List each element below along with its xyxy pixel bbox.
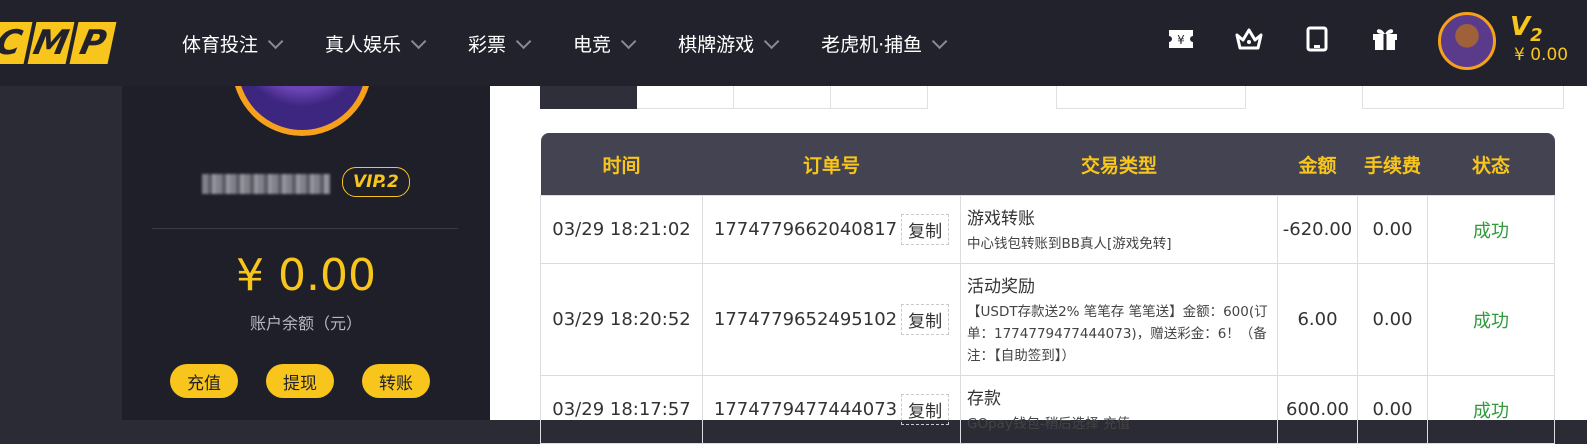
cell-fee: 0.00 xyxy=(1357,375,1428,444)
table-header-row: 时间 订单号 交易类型 金额 手续费 状态 xyxy=(540,133,1555,196)
type-description: 【USDT存款送2% 笔笔存 笔笔送】金额：600(订单：17747794774… xyxy=(967,304,1268,364)
chevron-down-icon xyxy=(763,33,780,49)
header-balance: ¥ 0.00 xyxy=(1514,45,1569,65)
chevron-down-icon xyxy=(410,33,427,49)
column-header-time: 时间 xyxy=(602,154,641,177)
tablet-icon[interactable] xyxy=(1302,24,1332,54)
cell-amount: 600.00 xyxy=(1277,375,1358,444)
type-description: 中心钱包转账到BB真人[游戏免转] xyxy=(967,236,1172,252)
svg-text:¥: ¥ xyxy=(1177,33,1185,47)
cell-order: 1774779662040817 复制 xyxy=(702,195,961,264)
copy-button[interactable]: 复制 xyxy=(901,394,950,425)
account-actions: 充值 提现 转账 xyxy=(170,364,430,398)
table-row: 03/29 18:20:52 1774779652495102 复制 活动奖励【U… xyxy=(540,263,1555,376)
brand-logo[interactable]: C M P xyxy=(0,22,120,64)
main-nav: 体育投注 真人娱乐 彩票 电竞 棋牌游戏 老虎机·捕鱼 xyxy=(182,0,989,86)
nav-label: 真人娱乐 xyxy=(325,33,402,56)
chevron-down-icon xyxy=(931,33,948,49)
logo-letter: C xyxy=(0,22,33,64)
crown-icon[interactable] xyxy=(1234,24,1264,54)
cell-order: 1774779652495102 复制 xyxy=(702,263,961,376)
nav-label: 棋牌游戏 xyxy=(678,33,755,56)
account-balance: ¥ 0.00 xyxy=(236,250,376,301)
nav-label: 体育投注 xyxy=(182,33,259,56)
user-avatar[interactable] xyxy=(1438,12,1496,70)
tab-active[interactable] xyxy=(540,86,637,109)
type-description: GOpay钱包-稍后选择 充值 xyxy=(967,416,1131,432)
nav-label: 老虎机·捕鱼 xyxy=(821,33,923,56)
withdraw-button[interactable]: 提现 xyxy=(266,364,334,398)
cell-type: 活动奖励【USDT存款送2% 笔笔存 笔笔送】金额：600(订单：1774779… xyxy=(960,263,1278,376)
type-title: 存款 xyxy=(967,389,1001,409)
order-number: 1774779652495102 xyxy=(713,309,898,330)
cell-time: 03/29 18:17:57 xyxy=(540,375,703,444)
nav-item-card-games[interactable]: 棋牌游戏 xyxy=(678,30,780,57)
date-filter-input[interactable] xyxy=(1056,86,1246,109)
transaction-records-panel: 时间 订单号 交易类型 金额 手续费 状态 03/29 18:21:02 177… xyxy=(490,86,1587,444)
vip-level-indicator: V2 xyxy=(1510,12,1543,47)
chevron-down-icon xyxy=(620,33,637,49)
logo-letter: M xyxy=(27,22,75,64)
transactions-table: 时间 订单号 交易类型 金额 手续费 状态 03/29 18:21:02 177… xyxy=(540,133,1555,444)
nav-item-esports[interactable]: 电竞 xyxy=(573,30,637,57)
cell-status: 成功 xyxy=(1427,195,1555,264)
cell-amount: 6.00 xyxy=(1277,263,1358,376)
cell-type: 游戏转账中心钱包转账到BB真人[游戏免转] xyxy=(960,195,1278,264)
cell-status: 成功 xyxy=(1427,263,1555,376)
tab[interactable] xyxy=(831,86,928,109)
cell-time: 03/29 18:21:02 xyxy=(540,195,703,264)
cell-time: 03/29 18:20:52 xyxy=(540,263,703,376)
tab[interactable] xyxy=(734,86,831,109)
divider xyxy=(152,228,458,229)
type-title: 游戏转账 xyxy=(967,209,1035,229)
tab[interactable] xyxy=(637,86,734,109)
chevron-down-icon xyxy=(267,33,284,49)
username-blurred xyxy=(202,174,330,194)
transfer-button[interactable]: 转账 xyxy=(362,364,430,398)
top-icon-group: ¥ xyxy=(1166,24,1400,54)
nav-label: 电竞 xyxy=(573,33,612,56)
column-header-type: 交易类型 xyxy=(1080,154,1157,177)
copy-button[interactable]: 复制 xyxy=(901,214,950,245)
nav-item-sports[interactable]: 体育投注 xyxy=(182,30,284,57)
order-number: 1774779662040817 xyxy=(713,219,898,240)
table-row: 03/29 18:21:02 1774779662040817 复制 游戏转账中心… xyxy=(540,195,1555,264)
deposit-button[interactable]: 充值 xyxy=(170,364,238,398)
balance-label: 账户余额（元） xyxy=(249,314,362,333)
cell-order: 1774779477444073 复制 xyxy=(702,375,961,444)
cell-status: 成功 xyxy=(1427,375,1555,444)
cell-fee: 0.00 xyxy=(1357,263,1428,376)
cell-fee: 0.00 xyxy=(1357,195,1428,264)
vip-badge: VIP.2 xyxy=(342,167,410,197)
logo-letter: P xyxy=(69,22,117,64)
copy-button[interactable]: 复制 xyxy=(901,304,950,335)
account-sidebar: VIP.2 ¥ 0.00 账户余额（元） 充值 提现 转账 xyxy=(122,26,490,420)
type-title: 活动奖励 xyxy=(967,277,1035,297)
top-navbar: C M P 体育投注 真人娱乐 彩票 电竞 棋牌游戏 老虎机·捕鱼 ¥ V2 ¥… xyxy=(0,0,1587,86)
column-header-amount: 金额 xyxy=(1298,154,1337,177)
table-row: 03/29 18:17:57 1774779477444073 复制 存款 GOpa… xyxy=(540,375,1555,444)
nav-item-live-casino[interactable]: 真人娱乐 xyxy=(325,30,427,57)
column-header-fee: 手续费 xyxy=(1363,154,1421,177)
chevron-down-icon xyxy=(515,33,532,49)
nav-item-lottery[interactable]: 彩票 xyxy=(468,30,532,57)
gift-icon[interactable] xyxy=(1370,24,1400,54)
type-filter-select[interactable] xyxy=(1362,86,1564,109)
column-header-order: 订单号 xyxy=(802,154,860,177)
ticket-icon[interactable]: ¥ xyxy=(1166,24,1196,54)
record-tabs xyxy=(540,86,928,109)
column-header-status: 状态 xyxy=(1471,154,1510,177)
cell-type: 存款 GOpay钱包-稍后选择 充值 xyxy=(960,375,1278,444)
nav-item-slots-fishing[interactable]: 老虎机·捕鱼 xyxy=(821,30,948,57)
nav-label: 彩票 xyxy=(468,33,507,56)
cell-amount: -620.00 xyxy=(1277,195,1358,264)
order-number: 1774779477444073 xyxy=(713,399,898,420)
